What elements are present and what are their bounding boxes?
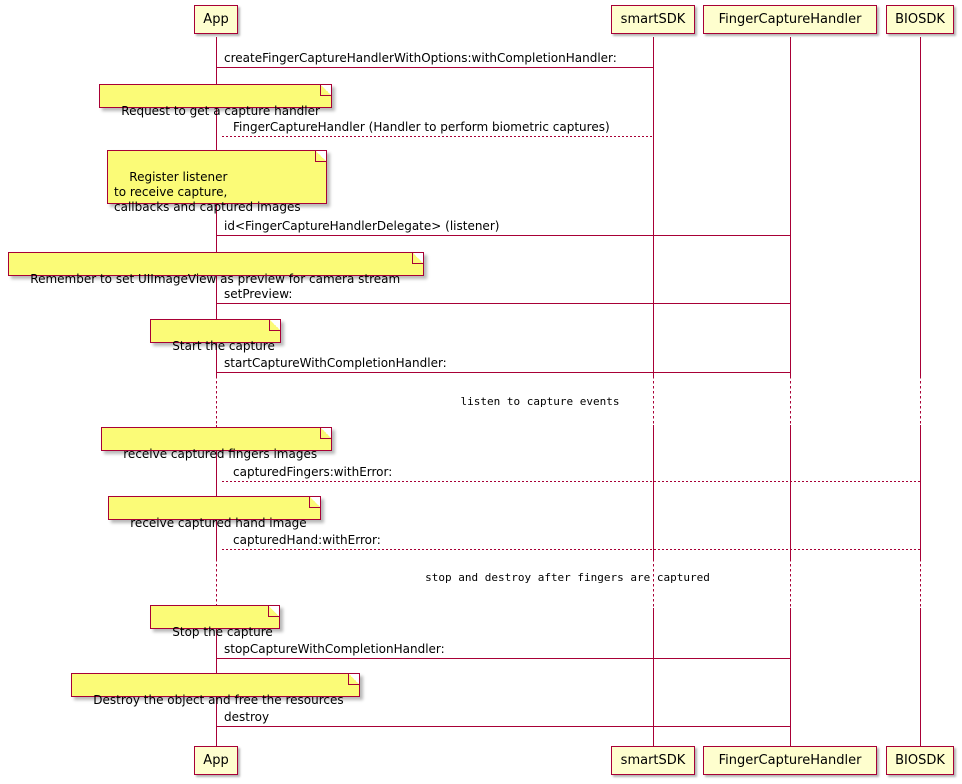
- note-fold-icon: [320, 85, 331, 96]
- note-text-n4: Start the capture: [172, 339, 275, 353]
- note-fold-icon: [309, 497, 320, 508]
- lifeline-biosdk-delay-2: [920, 559, 921, 608]
- message-label-m8: stopCaptureWithCompletionHandler:: [224, 642, 445, 656]
- note-fold-icon: [320, 428, 331, 439]
- divider-label-d2: stop and destroy after fingers are captu…: [425, 571, 710, 584]
- message-label-m4: setPreview:: [224, 287, 293, 301]
- lifeline-smartsdk: [653, 37, 654, 376]
- lifeline-app-delay-2: [216, 559, 217, 608]
- participant-smartsdk-bottom[interactable]: smartSDK: [611, 746, 695, 775]
- note-remember-uiimageview: Remember to set UIImageView as preview f…: [8, 252, 424, 286]
- lifeline-fingercapturehandler-3: [790, 608, 791, 747]
- note-fold-icon: [268, 606, 279, 617]
- message-line-m9: [216, 726, 790, 727]
- message-line-m5: [216, 372, 790, 373]
- lifeline-fingercapturehandler: [790, 37, 791, 376]
- note-text-n6: receive captured hand image: [130, 516, 307, 530]
- message-label-m9: destroy: [224, 710, 270, 724]
- participant-app-top[interactable]: App: [194, 5, 238, 34]
- note-text-n3: Remember to set UIImageView as preview f…: [30, 272, 401, 286]
- message-line-m2: [222, 136, 653, 137]
- message-label-m2: FingerCaptureHandler (Handler to perform…: [233, 120, 610, 134]
- lifeline-fingercapturehandler-delay-2: [790, 559, 791, 608]
- note-register-listener: Register listener to receive capture, ca…: [107, 150, 327, 214]
- message-line-m3: [216, 235, 790, 236]
- participant-smartsdk-top[interactable]: smartSDK: [611, 5, 695, 34]
- participant-label-biosdk-bottom: BIOSDK: [895, 753, 945, 768]
- note-fold-icon: [348, 674, 359, 685]
- divider-label-d1: listen to capture events: [460, 395, 620, 408]
- lifeline-biosdk: [920, 37, 921, 376]
- note-receive-fingers-images: receive captured fingers images: [101, 427, 332, 461]
- note-text-n2: Register listener to receive capture, ca…: [114, 170, 301, 214]
- message-label-m7: capturedHand:withError:: [233, 533, 381, 547]
- note-text-n8: Destroy the object and free the resource…: [93, 693, 344, 707]
- note-destroy-object: Destroy the object and free the resource…: [71, 673, 360, 707]
- participant-label-smartsdk: smartSDK: [620, 12, 686, 27]
- note-fold-icon: [269, 320, 280, 331]
- message-label-m3: id<FingerCaptureHandlerDelegate> (listen…: [224, 219, 500, 233]
- participant-app-bottom[interactable]: App: [194, 746, 238, 775]
- participant-label-app: App: [203, 12, 229, 27]
- message-label-m5: startCaptureWithCompletionHandler:: [224, 356, 447, 370]
- participant-label-app-bottom: App: [203, 753, 229, 768]
- participant-label-biosdk: BIOSDK: [895, 12, 945, 27]
- participant-fingercapturehandler-top[interactable]: FingerCaptureHandler: [703, 5, 877, 34]
- sequence-diagram-canvas: createFingerCaptureHandlerWithOptions:wi…: [0, 0, 962, 784]
- lifeline-biosdk-3: [920, 608, 921, 747]
- lifeline-smartsdk-2: [653, 425, 654, 559]
- message-label-m1: createFingerCaptureHandlerWithOptions:wi…: [224, 51, 617, 65]
- lifeline-biosdk-2: [920, 425, 921, 559]
- message-line-m8: [216, 658, 790, 659]
- note-fold-icon: [315, 151, 326, 162]
- message-label-m6: capturedFingers:withError:: [233, 465, 393, 479]
- lifeline-fingercapturehandler-2: [790, 425, 791, 559]
- message-line-m4: [216, 303, 790, 304]
- note-receive-hand-image: receive captured hand image: [108, 496, 321, 530]
- note-fold-icon: [412, 253, 423, 264]
- participant-label-smartsdk-bottom: smartSDK: [620, 753, 686, 768]
- note-text-n7: Stop the capture: [172, 625, 273, 639]
- message-line-m7: [222, 549, 920, 550]
- participant-biosdk-bottom[interactable]: BIOSDK: [886, 746, 954, 775]
- note-stop-capture: Stop the capture: [150, 605, 280, 639]
- message-line-m1: [216, 67, 653, 68]
- note-request-capture-handler: Request to get a capture handler: [99, 84, 332, 118]
- message-line-m6: [222, 481, 920, 482]
- participant-label-fingercapturehandler: FingerCaptureHandler: [718, 12, 862, 27]
- participant-biosdk-top[interactable]: BIOSDK: [886, 5, 954, 34]
- participant-label-fingercapturehandler-bottom: FingerCaptureHandler: [718, 753, 862, 768]
- participant-fingercapturehandler-bottom[interactable]: FingerCaptureHandler: [703, 746, 877, 775]
- note-text-n1: Request to get a capture handler: [121, 104, 320, 118]
- note-start-capture: Start the capture: [150, 319, 281, 353]
- note-text-n5: receive captured fingers images: [123, 447, 318, 461]
